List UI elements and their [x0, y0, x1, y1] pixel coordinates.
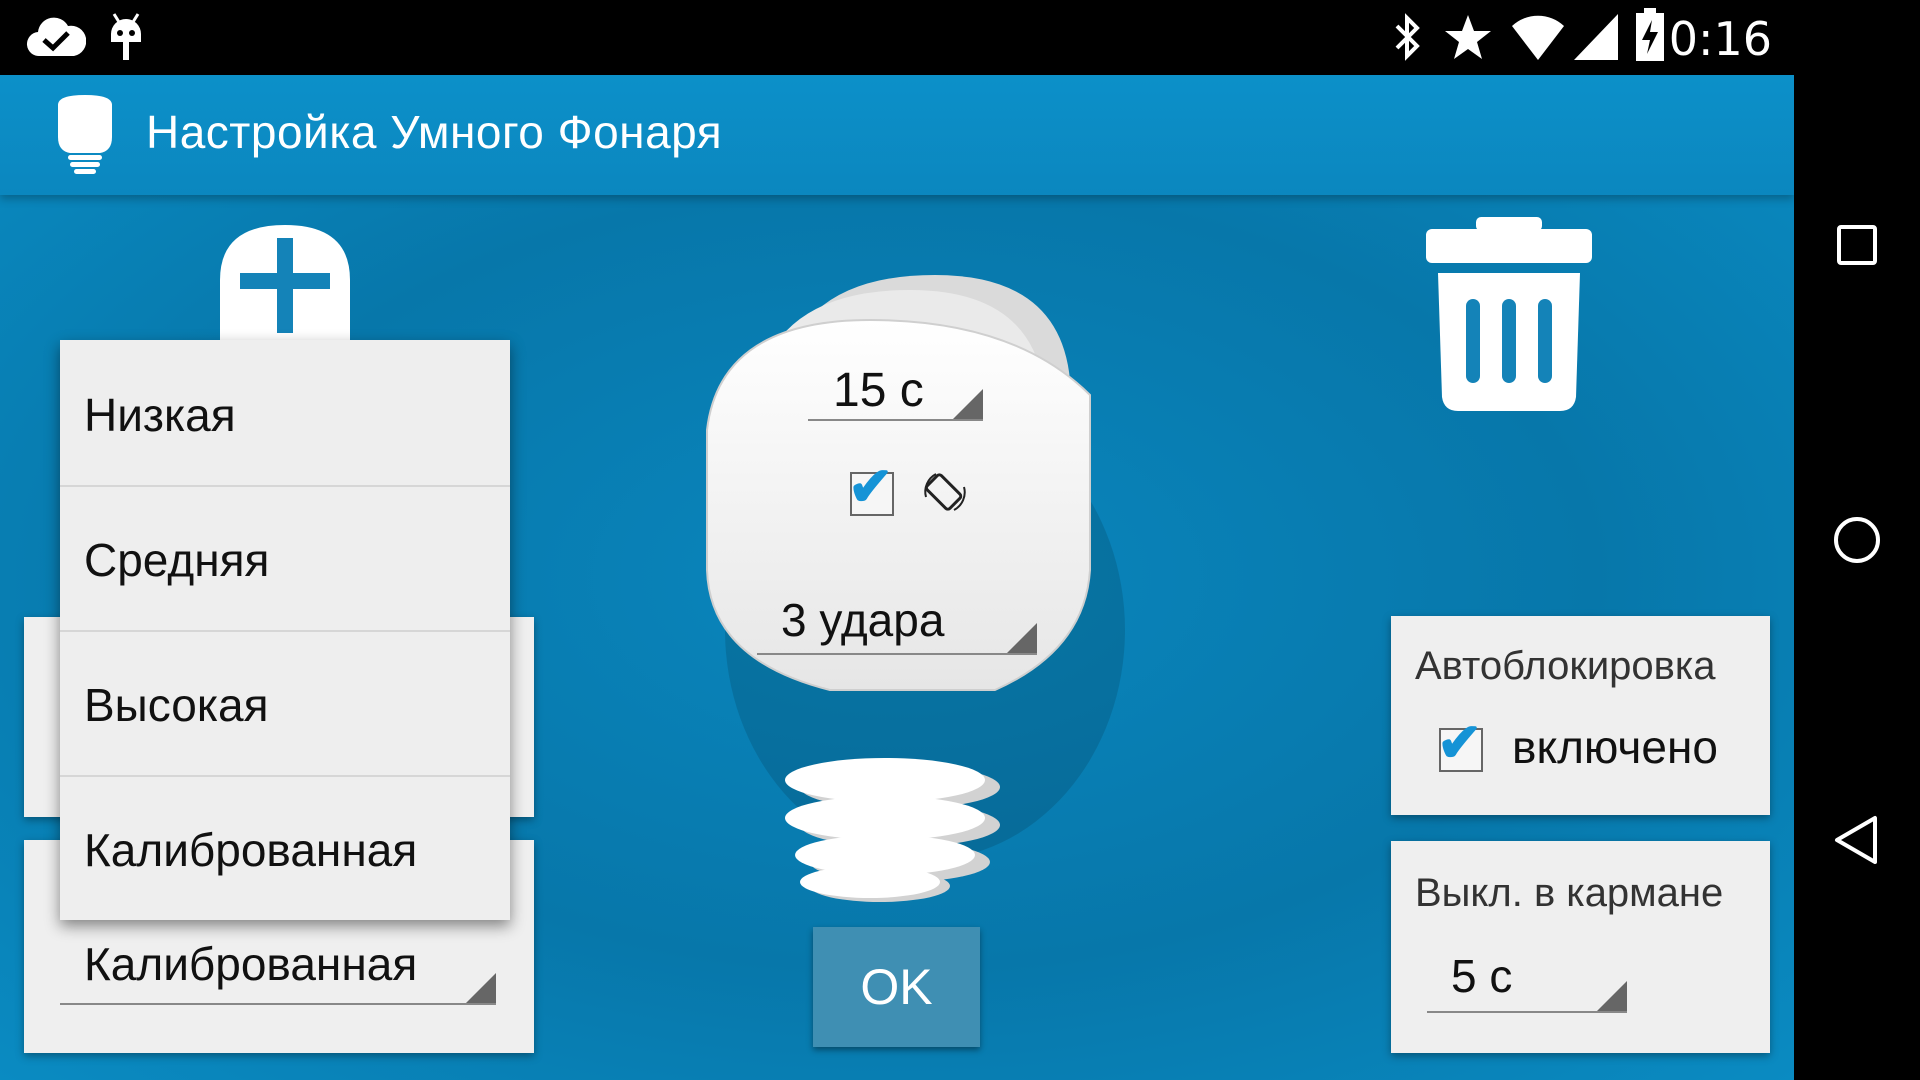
action-bar: Настройка Умного Фонаря [0, 75, 1794, 195]
dropdown-option-label: Высокая [84, 679, 269, 731]
sensitivity-value: Калиброванная [84, 938, 418, 990]
back-icon[interactable] [1827, 810, 1887, 870]
battery-charging-icon [1636, 8, 1664, 61]
spinner-underline [60, 1003, 496, 1005]
spinner-arrow-icon [951, 389, 983, 421]
pocket-title: Выкл. в кармане [1415, 871, 1724, 915]
pocket-panel: Выкл. в кармане 5 с [1391, 841, 1770, 1053]
sensitivity-spinner[interactable]: Калиброванная [60, 925, 496, 1005]
checkmark-icon: ✔ [1437, 713, 1483, 773]
spinner-underline [757, 653, 1037, 655]
spinner-underline [1427, 1011, 1627, 1013]
bluetooth-icon [1395, 13, 1420, 61]
app-title: Настройка Умного Фонаря [146, 106, 723, 158]
autolock-checkbox[interactable]: ✔ [1437, 716, 1483, 772]
ok-button[interactable]: OK [813, 927, 980, 1047]
pocket-spinner[interactable]: 5 с [1427, 941, 1627, 1013]
dropdown-option-label: Калиброванная [84, 824, 418, 876]
spinner-underline [808, 419, 983, 421]
duration-spinner[interactable]: 15 с [808, 355, 983, 421]
android-debug-icon [111, 13, 141, 60]
plus-icon[interactable] [210, 220, 360, 350]
spinner-arrow-icon [1005, 623, 1037, 655]
spinner-arrow-icon [464, 973, 496, 1005]
wifi-icon [1512, 15, 1564, 61]
signal-icon [1574, 14, 1618, 60]
bulb-logo-icon [58, 95, 112, 174]
sensitivity-dropdown: Низкая Средняя Высокая Калиброванная [60, 340, 510, 920]
checkmark-icon: ✔ [848, 457, 894, 517]
trash-icon[interactable] [1424, 217, 1594, 413]
dropdown-option-low[interactable]: Низкая [60, 340, 510, 487]
dropdown-option-label: Низкая [84, 389, 236, 441]
dropdown-option-label: Средняя [84, 534, 270, 586]
knocks-spinner[interactable]: 3 удара [757, 585, 1037, 655]
screen-rotation-icon[interactable] [920, 467, 970, 517]
autolock-title: Автоблокировка [1415, 644, 1716, 688]
dropdown-option-calibrated[interactable]: Калиброванная [60, 775, 510, 920]
navigation-bar [1794, 0, 1920, 1080]
pocket-value: 5 с [1451, 950, 1513, 1002]
cloud-check-icon [27, 17, 86, 57]
star-icon [1445, 15, 1491, 59]
duration-value: 15 с [833, 364, 924, 417]
recents-icon[interactable] [1827, 215, 1887, 275]
clock: 0:16 [1668, 12, 1772, 66]
rotate-checkbox[interactable]: ✔ [848, 460, 894, 516]
autolock-check-label[interactable]: включено [1512, 720, 1718, 774]
spinner-arrow-icon [1595, 981, 1627, 1013]
dropdown-option-medium[interactable]: Средняя [60, 485, 510, 632]
dropdown-option-high[interactable]: Высокая [60, 630, 510, 777]
knocks-value: 3 удара [781, 594, 945, 646]
autolock-panel: Автоблокировка ✔ включено [1391, 616, 1770, 815]
home-icon[interactable] [1827, 510, 1887, 570]
status-bar: 0:16 [0, 0, 1920, 75]
